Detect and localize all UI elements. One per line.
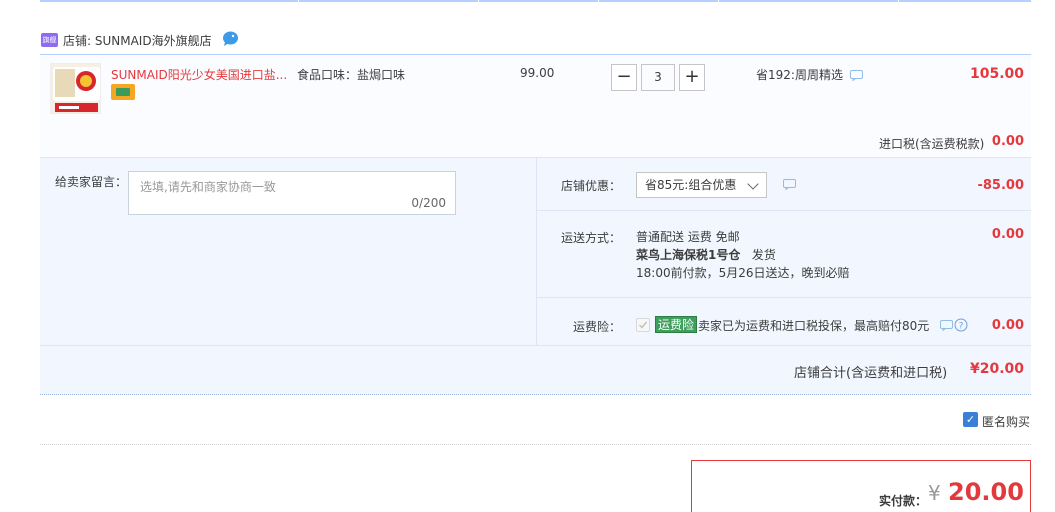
divider (536, 297, 1031, 298)
shipping-dispatch: 发货 (751, 248, 776, 262)
product-thumbnail[interactable] (50, 63, 101, 114)
seller-message-input[interactable]: 选填,请先和商家协商一致 0/200 (128, 171, 456, 215)
import-tax-value: 0.00 (991, 134, 1024, 149)
shipping-line-1: 普通配送 运费 免邮 (636, 230, 740, 244)
shipping-method-label: 运送方式： (561, 231, 622, 245)
divider (40, 444, 1031, 445)
shipping-fee-value: 0.00 (991, 227, 1024, 242)
quantity-decrease-button[interactable]: − (611, 64, 637, 91)
item-subtotal: 105.00 (969, 66, 1024, 82)
seller-message-label: 给卖家留言： (55, 175, 128, 189)
shop-discount-select[interactable]: 省85元:组合优惠 (636, 172, 767, 198)
unit-price: 99.00 (520, 66, 555, 80)
shop-total-value: ¥20.00 (969, 361, 1024, 377)
svg-text:?: ? (959, 322, 964, 332)
payment-currency: ¥ (928, 481, 941, 505)
product-title-link[interactable]: SUNMAID阳光少女美国进口盐... (111, 66, 287, 83)
shop-discount-selected: 省85元:组合优惠 (645, 178, 737, 192)
top-border (40, 0, 1031, 2)
insurance-checkbox (636, 318, 650, 332)
quantity-input[interactable]: 3 (641, 64, 675, 91)
chevron-down-icon (747, 178, 759, 190)
insurance-chat-icon[interactable] (940, 320, 953, 331)
insurance-description: 卖家已为运费和进口税投保，最高赔付80元 (698, 319, 930, 333)
shipping-line-3: 18:00前付款，5月26日送达，晚到必赔 (636, 266, 850, 280)
help-question-icon[interactable]: ? (954, 318, 968, 332)
promotion-info-icon[interactable] (850, 70, 863, 81)
import-tax-label: 进口税(含运费税款) (879, 137, 985, 151)
payment-amount: 20.00 (948, 478, 1024, 506)
anonymous-checkbox[interactable]: ✓ (963, 412, 978, 427)
quantity-stepper: − 3 + (611, 64, 705, 91)
shipping-insurance-label: 运费险： (573, 320, 622, 334)
chat-seller-icon[interactable] (222, 31, 239, 46)
column-divider (898, 0, 899, 2)
payment-label: 实付款： (879, 494, 928, 508)
shop-total-label: 店铺合计(含运费和进口税) (794, 366, 948, 381)
seller-message-count: 0/200 (411, 196, 446, 210)
shop-type-icon: 旗舰 (41, 33, 58, 47)
column-divider (298, 0, 299, 2)
warehouse-name: 菜鸟上海保税1号仓 (636, 248, 741, 262)
insurance-value: 0.00 (991, 318, 1024, 333)
column-divider (718, 0, 719, 2)
anonymous-label[interactable]: 匿名购买 (982, 413, 1030, 430)
insurance-tag: 运费险 (655, 316, 698, 333)
item-promotion: 省192:周周精选 (756, 68, 843, 82)
seller-message-placeholder: 选填,请先和商家协商一致 (140, 180, 276, 194)
service-badge-icon (111, 84, 135, 100)
shop-discount-label: 店铺优惠： (561, 179, 622, 193)
discount-info-icon[interactable] (783, 179, 796, 190)
divider (536, 210, 1031, 211)
product-sku: 食品口味：盐焗口味 (297, 68, 406, 82)
column-divider (598, 0, 599, 2)
shop-discount-value: -85.00 (977, 178, 1024, 193)
column-divider (478, 0, 479, 2)
shipping-line-2: 菜鸟上海保税1号仓 发货 (636, 246, 850, 264)
shipping-info: 普通配送 运费 免邮 菜鸟上海保税1号仓 发货 18:00前付款，5月26日送达… (636, 228, 850, 282)
quantity-increase-button[interactable]: + (679, 64, 705, 91)
shop-name-link[interactable]: 店铺: SUNMAID海外旗舰店 (63, 32, 212, 49)
